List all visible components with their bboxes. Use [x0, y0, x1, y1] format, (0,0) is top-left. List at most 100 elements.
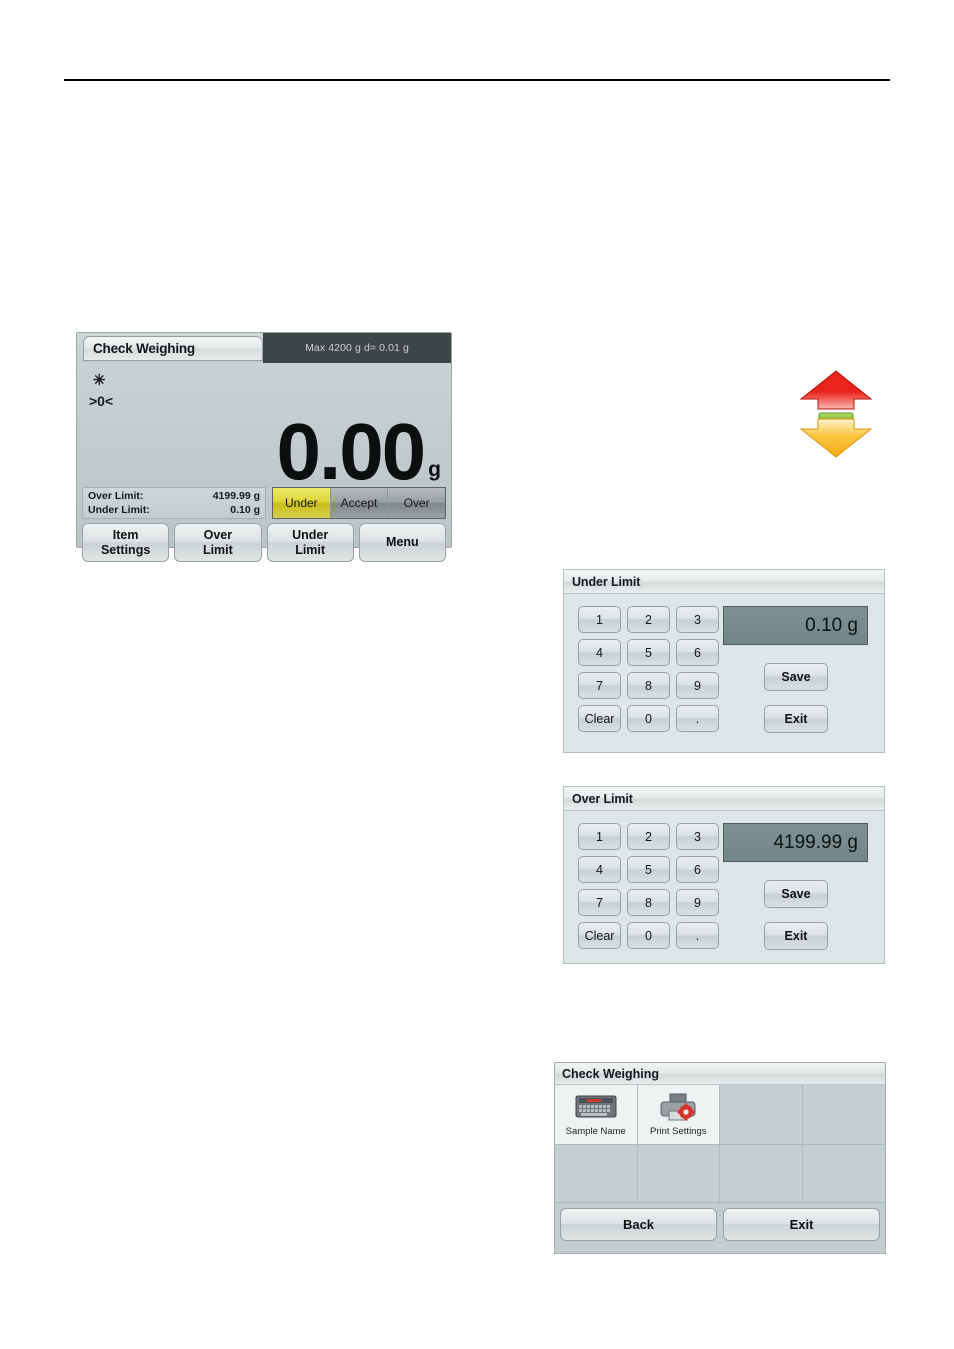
over-limit-summary: Over Limit: 4199.99 g: [88, 489, 260, 503]
over-key-3[interactable]: 3: [676, 823, 719, 850]
under-key-7[interactable]: 7: [578, 672, 621, 699]
over-limit-exit-label: Exit: [784, 929, 808, 943]
over-key-4[interactable]: 4: [578, 856, 621, 883]
up-arrow-icon: [799, 370, 873, 410]
under-limit-save-button[interactable]: Save: [764, 663, 828, 691]
item-settings-button[interactable]: Item Settings: [82, 523, 170, 562]
exit-button[interactable]: Exit: [723, 1208, 880, 1241]
over-limit-button-line2: Limit: [202, 542, 233, 557]
over-limit-save-label: Save: [781, 887, 811, 901]
item-settings-button-line1: Item: [112, 527, 139, 542]
down-arrow-icon: [799, 418, 873, 458]
capacity-indicator: Max 4200 g d= 0.01 g: [263, 333, 451, 363]
under-key-5[interactable]: 5: [627, 639, 670, 666]
under-limit-exit-button[interactable]: Exit: [764, 705, 828, 733]
menu-tile-print-settings[interactable]: Print Settings: [637, 1085, 720, 1145]
under-limit-panel-titlebar: Under Limit: [564, 570, 884, 594]
under-key-3[interactable]: 3: [676, 606, 719, 633]
printer-settings-icon: [659, 1090, 697, 1124]
check-weighing-menu-panel: Check Weighing Sample Name Print Setting…: [554, 1062, 886, 1254]
over-key-0[interactable]: 0: [627, 922, 670, 949]
weight-readout: 0.00 g: [276, 406, 441, 496]
under-limit-button-line1: Under: [292, 527, 329, 542]
under-limit-label: Under Limit:: [88, 504, 150, 516]
check-weighing-menu-grid: Sample Name Print Settings: [555, 1085, 885, 1203]
under-limit-value: 0.10 g: [230, 504, 260, 516]
under-key-0[interactable]: 0: [627, 705, 670, 732]
under-key-9[interactable]: 9: [676, 672, 719, 699]
main-display-button-row: Item Settings Over Limit Under Limit Men…: [77, 519, 451, 567]
menu-tile-empty-6: [637, 1145, 720, 1203]
over-key-decimal[interactable]: .: [676, 922, 719, 949]
status-segment-accept-label: Accept: [340, 496, 378, 510]
over-limit-value-field[interactable]: 4199.99 g: [723, 823, 868, 862]
menu-tile-sample-name[interactable]: Sample Name: [555, 1085, 638, 1145]
over-key-clear[interactable]: Clear: [578, 922, 621, 949]
under-key-1[interactable]: 1: [578, 606, 621, 633]
under-limit-panel-title: Under Limit: [572, 574, 641, 589]
over-key-5[interactable]: 5: [627, 856, 670, 883]
application-title-tab[interactable]: Check Weighing: [83, 336, 263, 361]
weight-value: 0.00: [276, 406, 426, 496]
menu-button[interactable]: Menu: [358, 523, 446, 562]
menu-tile-print-settings-label: Print Settings: [650, 1126, 707, 1137]
over-limit-value-text: 4199.99 g: [773, 831, 858, 853]
main-display-topbar: Check Weighing Max 4200 g d= 0.01 g: [77, 333, 451, 363]
under-limit-button[interactable]: Under Limit: [266, 523, 354, 562]
under-limit-keypad-panel: Under Limit 1 2 3 4 5 6 7 8 9 Clear 0 . …: [563, 569, 885, 753]
application-title: Check Weighing: [93, 341, 195, 356]
over-limit-exit-button[interactable]: Exit: [764, 922, 828, 950]
under-key-6[interactable]: 6: [676, 639, 719, 666]
under-limit-value-text: 0.10 g: [805, 614, 858, 636]
under-key-clear[interactable]: Clear: [578, 705, 621, 732]
status-flags: ✳ >0<: [89, 371, 113, 411]
status-segment-over-label: Over: [403, 496, 430, 510]
menu-tile-sample-name-label: Sample Name: [565, 1126, 626, 1137]
over-key-7[interactable]: 7: [578, 889, 621, 916]
over-limit-button[interactable]: Over Limit: [174, 523, 262, 562]
under-key-2[interactable]: 2: [627, 606, 670, 633]
zero-indicator: >0<: [89, 393, 114, 409]
check-weighing-indicator-arrows: [796, 368, 876, 460]
check-weighing-menu-footer: Back Exit: [555, 1203, 885, 1246]
back-button[interactable]: Back: [560, 1208, 717, 1241]
over-key-1[interactable]: 1: [578, 823, 621, 850]
under-limit-value-field[interactable]: 0.10 g: [723, 606, 868, 645]
under-limit-save-label: Save: [781, 670, 811, 684]
under-limit-button-line2: Limit: [295, 542, 326, 557]
item-settings-button-line2: Settings: [100, 542, 151, 557]
over-key-8[interactable]: 8: [627, 889, 670, 916]
menu-tile-empty-7: [720, 1145, 803, 1203]
under-key-decimal[interactable]: .: [676, 705, 719, 732]
over-key-2[interactable]: 2: [627, 823, 670, 850]
over-limit-keypad-panel: Over Limit 1 2 3 4 5 6 7 8 9 Clear 0 . 4…: [563, 786, 885, 964]
check-weighing-menu-titlebar: Check Weighing: [555, 1063, 885, 1085]
exit-button-label: Exit: [789, 1217, 814, 1232]
over-key-9[interactable]: 9: [676, 889, 719, 916]
under-key-8[interactable]: 8: [627, 672, 670, 699]
menu-tile-empty-8: [802, 1145, 885, 1203]
back-button-label: Back: [622, 1217, 655, 1232]
capacity-text: Max 4200 g d= 0.01 g: [305, 342, 409, 354]
over-limit-numeric-keypad: 1 2 3 4 5 6 7 8 9 Clear 0 .: [578, 823, 719, 949]
over-limit-panel-titlebar: Over Limit: [564, 787, 884, 811]
over-limit-save-button[interactable]: Save: [764, 880, 828, 908]
status-segment-accept: Accept: [330, 488, 389, 518]
over-limit-value: 4199.99 g: [212, 490, 260, 502]
limits-summary-box: Over Limit: 4199.99 g Under Limit: 0.10 …: [82, 487, 266, 519]
check-weighing-status-bar: Under Accept Over: [272, 487, 446, 519]
status-segment-under: Under: [273, 488, 331, 518]
over-limit-label: Over Limit:: [88, 490, 144, 502]
under-key-4[interactable]: 4: [578, 639, 621, 666]
menu-tile-empty-5: [555, 1145, 638, 1203]
over-limit-button-line1: Over: [203, 527, 233, 542]
status-segment-under-label: Under: [284, 496, 318, 510]
under-limit-exit-label: Exit: [784, 712, 808, 726]
under-limit-numeric-keypad: 1 2 3 4 5 6 7 8 9 Clear 0 .: [578, 606, 719, 732]
over-key-6[interactable]: 6: [676, 856, 719, 883]
menu-tile-empty-3: [720, 1085, 803, 1145]
check-weighing-menu-title: Check Weighing: [562, 1066, 660, 1081]
limits-and-segments-row: Over Limit: 4199.99 g Under Limit: 0.10 …: [77, 487, 451, 519]
page-header-rule: [64, 79, 890, 81]
under-limit-panel-body: 1 2 3 4 5 6 7 8 9 Clear 0 . 0.10 g Save …: [564, 594, 884, 752]
